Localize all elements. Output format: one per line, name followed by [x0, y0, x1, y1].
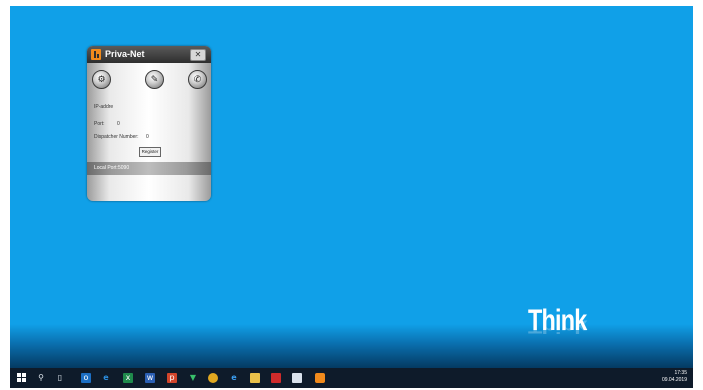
search-icon[interactable]: ⚲: [36, 373, 46, 383]
vpn-icon[interactable]: ▼: [188, 373, 198, 383]
taskbar: ⚲ ▯ o e x w p ▼ e 17:35 09.04.2019: [10, 368, 693, 388]
file-explorer-icon[interactable]: [250, 373, 260, 383]
chrome-icon[interactable]: [208, 373, 218, 383]
task-view-icon[interactable]: ▯: [55, 373, 65, 383]
edge-icon[interactable]: e: [101, 373, 111, 383]
priva-net-icon[interactable]: [315, 373, 325, 383]
local-port-value: 5090: [118, 165, 130, 171]
system-clock[interactable]: 17:35 09.04.2019: [662, 370, 687, 384]
clock-date: 09.04.2019: [661, 377, 687, 383]
acrobat-icon[interactable]: [271, 373, 281, 383]
priva-net-window: Priva-Net ✕ ⚙ ✎ ✆ IP-addre Port: 0 Dispa…: [87, 46, 211, 201]
local-port-label: Local Port:: [94, 165, 118, 171]
outlook-icon[interactable]: o: [81, 373, 91, 383]
phone-button[interactable]: ✆: [188, 70, 207, 89]
desktop: Think Think Priva-Net ✕ ⚙ ✎ ✆ IP-addre P…: [10, 6, 693, 368]
think-logo-reflection: Think: [528, 316, 587, 336]
register-button[interactable]: Register: [139, 147, 161, 157]
dispatcher-number-value: 0: [146, 134, 149, 140]
phone-icon: ✆: [193, 74, 202, 85]
word-icon[interactable]: w: [145, 373, 155, 383]
settings-button[interactable]: ⚙: [92, 70, 111, 89]
local-port-bar: Local Port: 5090: [87, 162, 211, 175]
gear-icon: ⚙: [97, 74, 106, 85]
edit-icon: ✎: [150, 74, 159, 85]
priva-net-logo-icon: [91, 49, 101, 60]
clock-time: 17:35: [674, 370, 687, 376]
start-icon[interactable]: [17, 373, 27, 383]
port-label: Port:: [94, 121, 105, 127]
excel-icon[interactable]: x: [123, 373, 133, 383]
window-title: Priva-Net: [105, 49, 145, 59]
port-value: 0: [117, 121, 120, 127]
edit-button[interactable]: ✎: [145, 70, 164, 89]
window-icon[interactable]: [292, 373, 302, 383]
close-button[interactable]: ✕: [190, 49, 206, 61]
wallpaper-glow: [10, 324, 693, 368]
ie-icon[interactable]: e: [229, 373, 239, 383]
dispatcher-number-label: Dispatcher Number:: [94, 134, 139, 140]
ip-address-label: IP-addre: [94, 104, 114, 110]
powerpoint-icon[interactable]: p: [167, 373, 177, 383]
title-bar[interactable]: Priva-Net ✕: [87, 46, 211, 63]
